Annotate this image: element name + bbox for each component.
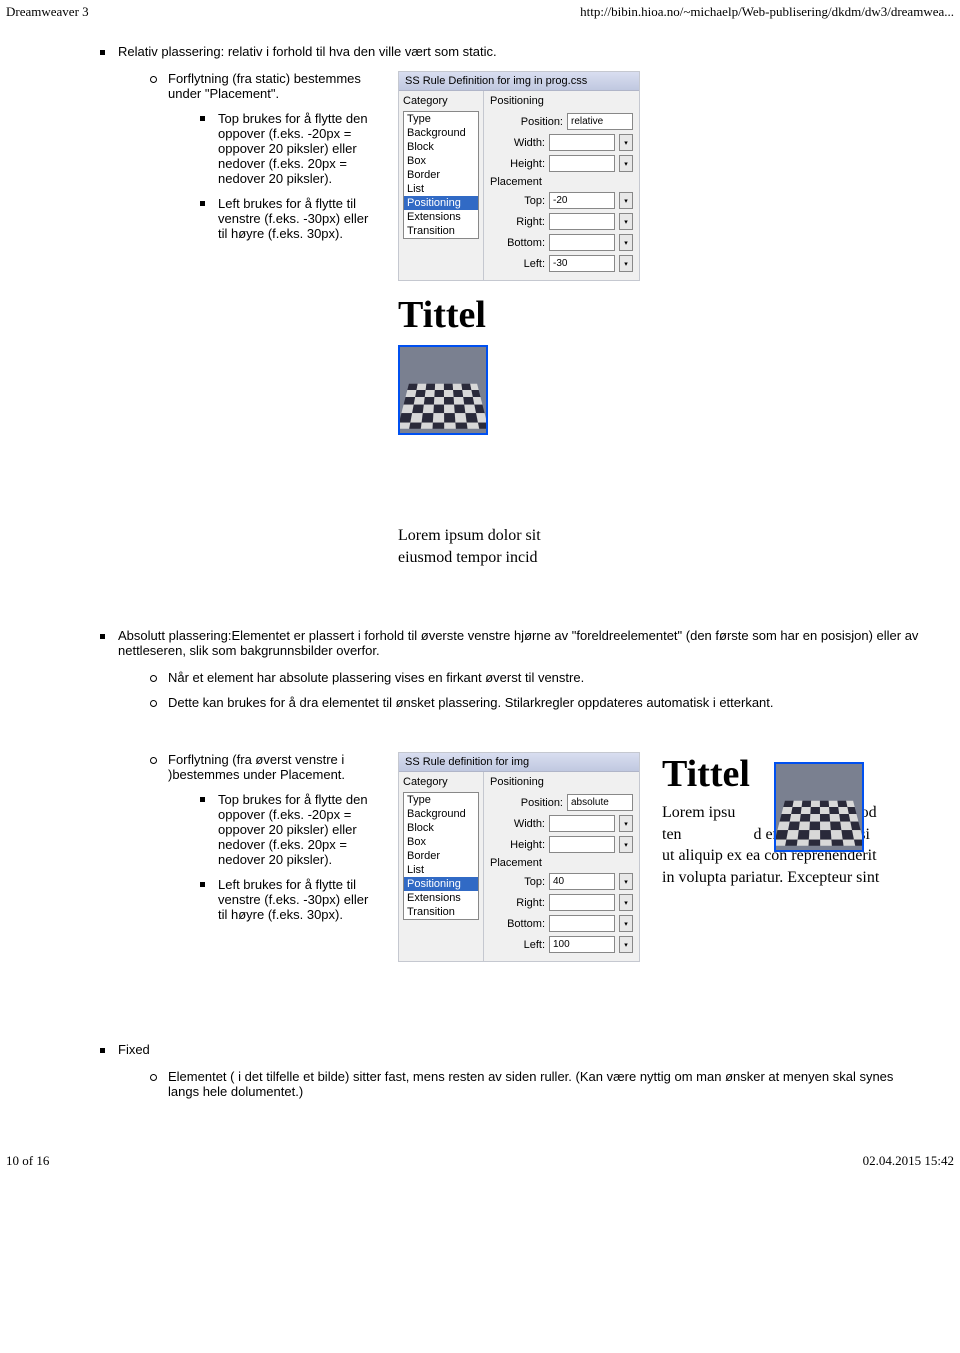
preview-relative: Tittel Lorem ipsum dolor sit eiusmod tem… [398, 293, 608, 568]
footer-left: 10 of 16 [6, 1153, 49, 1169]
absolute-subheading: Forflytning (fra øverst venstre i )beste… [150, 752, 380, 782]
height-dropdown-icon-2[interactable]: ▾ [619, 836, 633, 853]
width-dropdown-icon[interactable]: ▾ [619, 134, 633, 151]
placement-label: Placement [490, 176, 633, 188]
header-left: Dreamweaver 3 [6, 4, 89, 20]
fixed-item: Elementet ( i det tilfelle et bilde) sit… [150, 1069, 920, 1099]
relative-subheading: Forflytning (fra static) bestemmes under… [150, 71, 380, 101]
cat-extensions[interactable]: Extensions [404, 210, 478, 224]
category-list[interactable]: Type Background Block Box Border List Po… [403, 111, 479, 239]
cat2-block[interactable]: Block [404, 821, 478, 835]
width-input[interactable] [549, 134, 615, 151]
right-dropdown-icon-2[interactable]: ▾ [619, 894, 633, 911]
preview-title: Tittel [398, 293, 608, 337]
relative-top-item: Top brukes for å flytte den oppover (f.e… [200, 111, 380, 186]
absolute-left-item: Left brukes for å flytte til venstre (f.… [200, 877, 380, 922]
category-label-2: Category [403, 776, 479, 788]
cat-border[interactable]: Border [404, 168, 478, 182]
bottom-dropdown-icon-2[interactable]: ▾ [619, 915, 633, 932]
category-label: Category [403, 95, 479, 107]
top-input[interactable]: -20 [549, 192, 615, 209]
category-list-2[interactable]: Type Background Block Box Border List Po… [403, 792, 479, 920]
height-input-2[interactable] [549, 836, 615, 853]
relative-left-item: Left brukes for å flytte til venstre (f.… [200, 196, 380, 241]
cat2-extensions[interactable]: Extensions [404, 891, 478, 905]
cat-block[interactable]: Block [404, 140, 478, 154]
cat2-box[interactable]: Box [404, 835, 478, 849]
cat-positioning[interactable]: Positioning [404, 196, 478, 210]
cat-background[interactable]: Background [404, 126, 478, 140]
preview-lorem-1: Lorem ipsum dolor sit [398, 525, 608, 547]
bottom-label: Bottom: [490, 237, 545, 249]
width-input-2[interactable] [549, 815, 615, 832]
footer-right: 02.04.2015 15:42 [863, 1153, 954, 1169]
positioning-label: Positioning [490, 95, 633, 107]
right-dropdown-icon[interactable]: ▾ [619, 213, 633, 230]
height-input[interactable] [549, 155, 615, 172]
left-dropdown-icon[interactable]: ▾ [619, 255, 633, 272]
height-label-2: Height: [490, 839, 545, 851]
left-input-2[interactable]: 100 [549, 936, 615, 953]
right-input[interactable] [549, 213, 615, 230]
cat2-positioning[interactable]: Positioning [404, 877, 478, 891]
position-input[interactable]: relative [567, 113, 633, 130]
left-dropdown-icon-2[interactable]: ▾ [619, 936, 633, 953]
width-label: Width: [490, 137, 545, 149]
top-label: Top: [490, 195, 545, 207]
left-label: Left: [490, 258, 545, 270]
absolute-item-b: Dette kan brukes for å dra elementet til… [150, 695, 920, 710]
top-dropdown-icon[interactable]: ▾ [619, 192, 633, 209]
cat2-list[interactable]: List [404, 863, 478, 877]
absolute-item-a: Når et element har absolute plassering v… [150, 670, 920, 685]
bottom-input-2[interactable] [549, 915, 615, 932]
chess-image[interactable] [398, 345, 488, 435]
fixed-heading: Fixed [100, 1042, 920, 1057]
css-rule-panel-relative: SS Rule Definition for img in prog.css C… [398, 71, 640, 281]
top-label-2: Top: [490, 876, 545, 888]
position-input-2[interactable]: absolute [567, 794, 633, 811]
cat2-transition[interactable]: Transition [404, 905, 478, 919]
right-label-2: Right: [490, 897, 545, 909]
preview-absolute: Tittel Lorem ipsu a eiusmod ten d enim a… [662, 752, 882, 982]
top-input-2[interactable]: 40 [549, 873, 615, 890]
absolute-heading: Absolutt plassering:Elementet er plasser… [100, 628, 920, 658]
height-label: Height: [490, 158, 545, 170]
css-rule-panel-absolute: SS Rule definition for img Category Type… [398, 752, 640, 962]
bottom-dropdown-icon[interactable]: ▾ [619, 234, 633, 251]
cat-type[interactable]: Type [404, 112, 478, 126]
position-label-2: Position: [490, 797, 563, 809]
panel-title: SS Rule Definition for img in prog.css [399, 72, 639, 91]
left-label-2: Left: [490, 939, 545, 951]
absolute-top-item: Top brukes for å flytte den oppover (f.e… [200, 792, 380, 867]
top-dropdown-icon-2[interactable]: ▾ [619, 873, 633, 890]
left-input[interactable]: -30 [549, 255, 615, 272]
relative-heading: Relativ plassering: relativ i forhold ti… [100, 44, 920, 59]
right-input-2[interactable] [549, 894, 615, 911]
height-dropdown-icon[interactable]: ▾ [619, 155, 633, 172]
width-dropdown-icon-2[interactable]: ▾ [619, 815, 633, 832]
panel2-title: SS Rule definition for img [399, 753, 639, 772]
bottom-input[interactable] [549, 234, 615, 251]
right-label: Right: [490, 216, 545, 228]
cat2-border[interactable]: Border [404, 849, 478, 863]
cat-transition[interactable]: Transition [404, 224, 478, 238]
width-label-2: Width: [490, 818, 545, 830]
position-label: Position: [490, 116, 563, 128]
cat-box[interactable]: Box [404, 154, 478, 168]
header-right: http://bibin.hioa.no/~michaelp/Web-publi… [580, 4, 954, 20]
cat2-type[interactable]: Type [404, 793, 478, 807]
preview-lorem-2: eiusmod tempor incid [398, 547, 608, 569]
cat-list[interactable]: List [404, 182, 478, 196]
cat2-background[interactable]: Background [404, 807, 478, 821]
positioning-label-2: Positioning [490, 776, 633, 788]
chess-image-absolute[interactable] [774, 762, 864, 852]
bottom-label-2: Bottom: [490, 918, 545, 930]
placement-label-2: Placement [490, 857, 633, 869]
